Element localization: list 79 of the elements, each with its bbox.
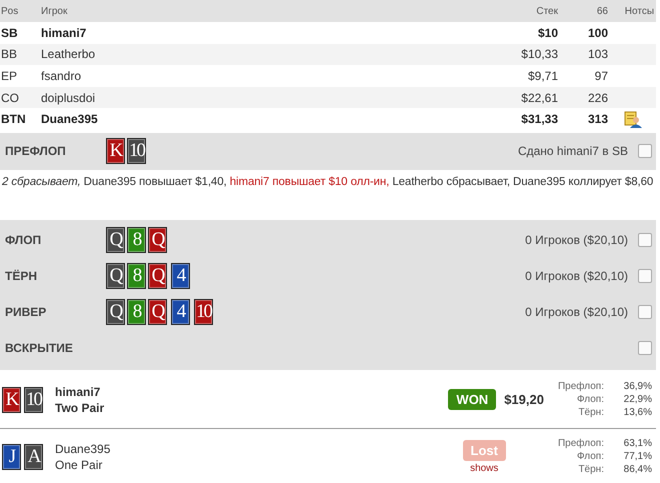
checkbox[interactable] [638,268,652,283]
equity-label: Тёрн: [577,463,604,476]
equity-label: Префлоп: [558,380,604,394]
playing-card: Q [106,262,125,289]
table-cell-text: CO [0,90,20,105]
street-label: РИВЕР [5,304,48,319]
table-cell-text: $10 [536,26,558,40]
street-label: ПРЕФЛОП [5,144,67,158]
table-cell-text: fsandro [41,68,82,83]
table-cell-text: himani7 [41,26,88,40]
column-header: Pos [0,6,20,16]
table-cell-text: 100 [586,26,608,40]
player-name: himani7 [55,384,102,400]
playing-card: 8 [127,226,146,253]
column-header: 66 [596,6,608,16]
checkbox[interactable] [638,232,652,247]
playing-card: 8 [127,262,146,289]
playing-card: Q [106,226,125,253]
checkbox[interactable] [638,340,652,355]
table-cell-text: $22,61 [520,90,558,105]
playing-card: 10 [24,386,43,413]
table-cell-text: $9,71 [526,68,558,83]
equity-value: 86,4% [622,463,652,476]
hand-name: One Pair [55,456,104,473]
shows-label: shows [470,462,498,474]
equity-value: 13,6% [622,406,652,420]
street-info: 0 Игроков ($20,10) [525,232,628,247]
playing-card: Q [148,262,167,289]
table-cell-text: Duane395 [41,112,99,126]
street-info: 0 Игроков ($20,10) [525,304,628,319]
table-cell-text: doiplusdoi [41,90,96,105]
table-cell-text: 226 [586,90,608,105]
table-cell-text: EP [0,68,18,83]
column-header: Игрок [41,6,68,16]
table-cell-text: 97 [594,68,608,83]
equity-value: 22,9% [622,393,652,406]
equity-label: Флоп: [576,393,604,406]
win-amount: $19,20 [504,392,544,408]
table-cell-text: 313 [586,112,608,126]
playing-card: 4 [171,298,190,325]
playing-card: Q [148,298,167,325]
table-cell-text: 103 [586,47,608,62]
playing-card: K [106,138,125,164]
playing-card: 10 [127,138,146,164]
person-note-icon[interactable] [624,110,642,128]
playing-card: 8 [127,298,146,325]
equity-label: Тёрн: [577,406,604,420]
table-cell-text: Leatherbo [41,47,96,62]
playing-card: Q [106,298,125,325]
table-cell-text: BB [0,47,18,62]
street-label: ТЁРН [5,268,38,283]
column-header: Нотсы [624,6,655,16]
street-label: ФЛОП [5,232,42,247]
lost-badge: Lost [462,440,506,461]
playing-card: A [24,444,43,470]
street-label: ВСКРЫТИЕ [5,340,74,355]
checkbox[interactable] [638,144,652,158]
playing-card: Q [148,226,167,253]
table-cell-text: BTN [0,112,27,126]
column-header: Стек [535,6,558,16]
playing-card: K [2,386,21,413]
player-name: Duane395 [55,440,112,457]
table-cell-text: $10,33 [520,47,558,62]
playing-card: 4 [171,262,190,289]
table-cell-text: SB [0,26,19,40]
equity-label: Флоп: [576,450,604,464]
equity-value: 63,1% [622,437,652,450]
action-log: 2 сбрасывает, Duane395 повышает $1,40, himani7 повышает $10 олл-ин, Leatherbo сбрасывает, Duane395 коллирует $8,60 [2,174,654,190]
street-info: Сдано himani7 в SB [518,144,628,158]
won-badge: WON [448,389,496,410]
playing-card: J [2,444,21,470]
playing-card: 10 [194,298,213,325]
checkbox[interactable] [638,304,652,319]
equity-label: Префлоп: [558,437,604,450]
equity-value: 77,1% [622,450,652,464]
table-cell-text: $31,33 [520,112,558,126]
street-info: 0 Игроков ($20,10) [525,268,628,283]
equity-value: 36,9% [622,380,652,394]
hand-name: Two Pair [55,400,106,416]
